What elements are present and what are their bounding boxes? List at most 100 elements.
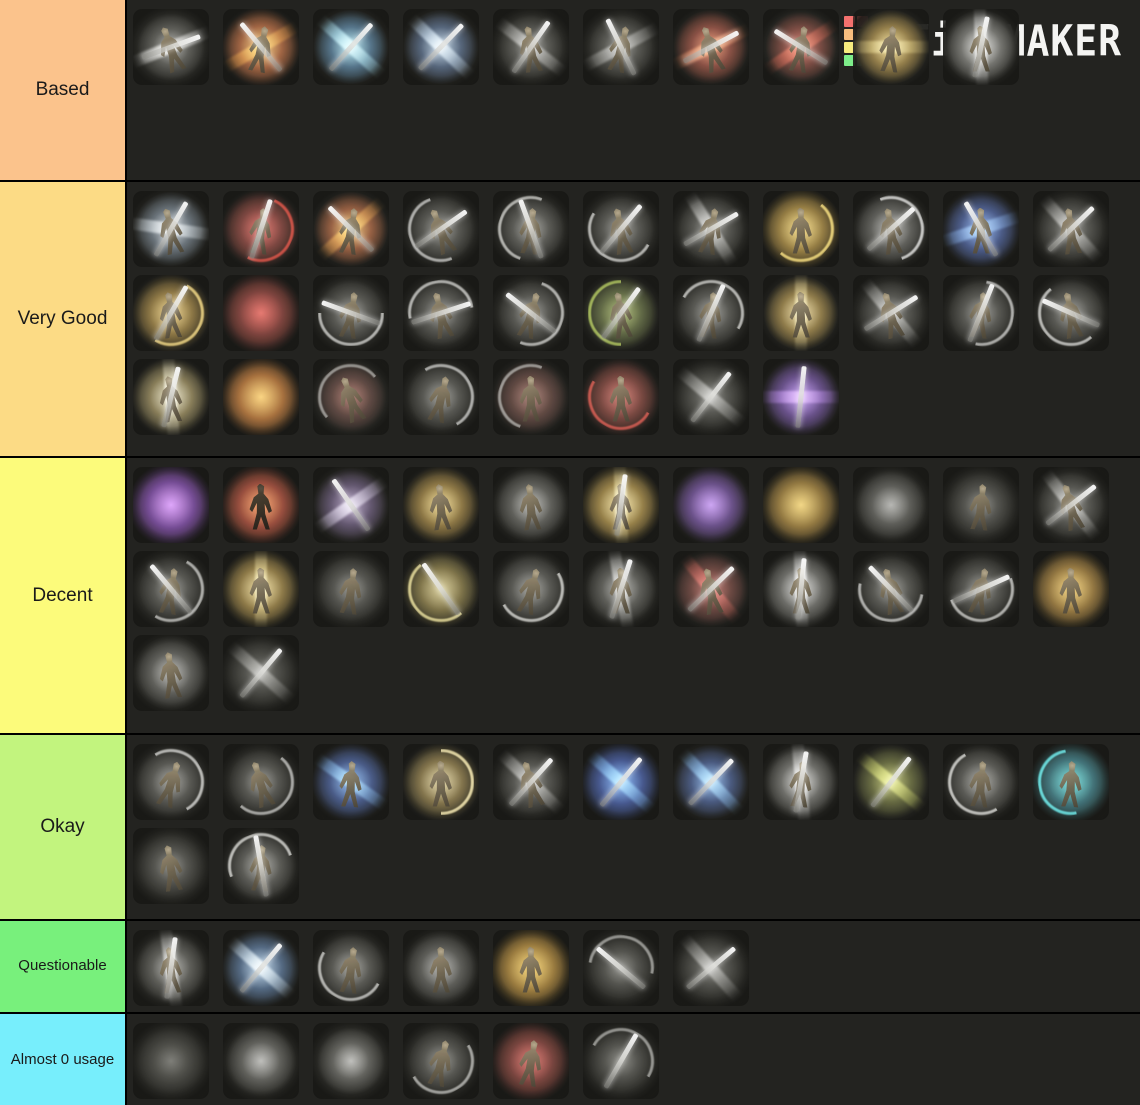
tier-item-frost-greatsword[interactable]	[223, 930, 299, 1006]
tier-item-golden-vortex[interactable]	[763, 191, 839, 267]
tier-item-high-kick[interactable]	[403, 1023, 479, 1099]
tier-item-leaping-slash[interactable]	[583, 9, 659, 85]
tier-item-crescent-sweep[interactable]	[1033, 275, 1109, 351]
tier-item-blue-moon-shield[interactable]	[943, 191, 1019, 267]
tier-item-golden-spin-slash[interactable]	[133, 275, 209, 351]
tier-item-poison-blade[interactable]	[853, 744, 929, 820]
tier-item-flame-ritual-stance[interactable]	[223, 467, 299, 543]
tier-item-radiant-spear-raise[interactable]	[583, 467, 659, 543]
tier-item-wide-arc-sweep[interactable]	[583, 191, 659, 267]
tier-label[interactable]: Decent	[0, 458, 127, 733]
tier-label[interactable]: Questionable	[0, 921, 127, 1012]
tier-item-blade-flash-stance[interactable]	[763, 744, 839, 820]
tier-item-ground-eruption-stomp[interactable]	[133, 635, 209, 711]
tier-item-bow-shot[interactable]	[583, 930, 659, 1006]
tier-item-crouching-guard[interactable]	[403, 359, 479, 435]
tier-tile-area[interactable]	[127, 921, 1140, 1012]
tier-item-flame-burst-attack[interactable]	[223, 9, 299, 85]
tier-item-moonlight-wave[interactable]	[853, 191, 929, 267]
tier-item-golden-ascension[interactable]	[493, 930, 569, 1006]
tier-item-empty-ash-of-war[interactable]	[133, 1023, 209, 1099]
tier-item-bleeding-thrust-stance[interactable]	[133, 930, 209, 1006]
tier-item-overhead-spear-thrust[interactable]	[493, 9, 569, 85]
tier-tile-area[interactable]	[127, 0, 1140, 180]
tier-item-double-slash-combo[interactable]	[403, 275, 479, 351]
tier-item-rolling-slash[interactable]	[493, 275, 569, 351]
tier-item-running-slash[interactable]	[223, 744, 299, 820]
tier-label[interactable]: Almost 0 usage	[0, 1014, 127, 1105]
tier-tile-area[interactable]	[127, 1014, 1140, 1105]
tier-item-golden-shield-wall[interactable]	[403, 551, 479, 627]
tier-item-glintstone-spears[interactable]	[763, 359, 839, 435]
tier-item-beast-leap-attack[interactable]	[403, 191, 479, 267]
tier-item-arcane-burst[interactable]	[133, 467, 209, 543]
tier-item-impaling-thrust[interactable]	[583, 551, 659, 627]
tier-item-shield-throw[interactable]	[313, 930, 389, 1006]
tier-item-dashing-thrust[interactable]	[1033, 467, 1109, 543]
tier-item-javelin-throw[interactable]	[1033, 191, 1109, 267]
tier-item-golden-leap-slam[interactable]	[403, 467, 479, 543]
tier-item-sacred-blade[interactable]	[763, 275, 839, 351]
tier-item-radiant-sword-raise[interactable]	[943, 9, 1019, 85]
tier-item-upward-cut[interactable]	[943, 275, 1019, 351]
tier-item-carian-greatsword[interactable]	[583, 744, 659, 820]
tier-label[interactable]: Okay	[0, 735, 127, 919]
tier-item-arcane-hammer[interactable]	[313, 467, 389, 543]
tier-item-beast-roar[interactable]	[403, 930, 479, 1006]
tier-item-blood-cloud[interactable]	[493, 1023, 569, 1099]
tier-item-barricade-shield-magic[interactable]	[1033, 744, 1109, 820]
tier-item-unblockable-thrust[interactable]	[763, 551, 839, 627]
tier-item-flaming-slash[interactable]	[313, 191, 389, 267]
tier-item-glintblade-phalanx[interactable]	[313, 744, 389, 820]
tier-item-flame-pillars[interactable]	[223, 359, 299, 435]
tier-item-wall-kick-attack[interactable]	[133, 828, 209, 904]
tier-item-greatsword-plunge[interactable]	[853, 467, 929, 543]
tier-item-spinning-overhead-slash[interactable]	[493, 191, 569, 267]
tier-item-grappling-attack[interactable]	[943, 467, 1019, 543]
tier-tile-area[interactable]	[127, 458, 1140, 733]
tier-item-sweeping-horizontal-slash[interactable]	[313, 275, 389, 351]
tier-item-crimson-wave-slash[interactable]	[223, 191, 299, 267]
tier-tile-area[interactable]	[127, 735, 1140, 919]
tier-item-blood-aura-stance[interactable]	[493, 359, 569, 435]
tier-item-running-charge-attack[interactable]	[133, 9, 209, 85]
tier-item-golden-sword-aura[interactable]	[763, 467, 839, 543]
tier-tile-area[interactable]	[127, 182, 1140, 456]
tier-item-ice-spear-thrust[interactable]	[313, 9, 389, 85]
tier-item-sheathed-blade[interactable]	[223, 635, 299, 711]
tier-item-lightning-spear-raise[interactable]	[133, 359, 209, 435]
tier-item-bleed-flurry[interactable]	[673, 551, 749, 627]
tier-item-shield-spin[interactable]	[943, 744, 1019, 820]
tier-item-spin-kick-sweep[interactable]	[493, 551, 569, 627]
tier-label[interactable]: Based	[0, 0, 127, 180]
tier-item-spear-barrage[interactable]	[673, 359, 749, 435]
tier-item-spirit-flame[interactable]	[313, 1023, 389, 1099]
tier-label[interactable]: Very Good	[0, 182, 127, 456]
tier-item-golden-aura-stance[interactable]	[1033, 551, 1109, 627]
tier-item-bloodflame-ritual[interactable]	[583, 359, 659, 435]
tier-item-poison-mist-slash[interactable]	[583, 275, 659, 351]
tier-item-leaping-thrust[interactable]	[493, 744, 569, 820]
tier-item-spiraling-thrust[interactable]	[673, 275, 749, 351]
tier-item-thrusting-lunge[interactable]	[673, 191, 749, 267]
tier-item-crouching-sweep[interactable]	[133, 744, 209, 820]
tier-item-spinning-sweep[interactable]	[943, 551, 1019, 627]
tier-item-blood-dash[interactable]	[313, 359, 389, 435]
tier-item-crimson-lunge[interactable]	[763, 9, 839, 85]
tier-item-blood-shield[interactable]	[223, 275, 299, 351]
tier-item-barrage-bow[interactable]	[583, 1023, 659, 1099]
tier-item-arcane-sword-circle[interactable]	[673, 467, 749, 543]
tier-item-ground-slam[interactable]	[493, 467, 569, 543]
tier-item-frost-stomp[interactable]	[133, 191, 209, 267]
tier-item-shield-charge[interactable]	[313, 551, 389, 627]
tier-item-golden-prayer[interactable]	[223, 551, 299, 627]
tier-item-glintstone-slash[interactable]	[673, 744, 749, 820]
tier-item-blood-charge-dash[interactable]	[673, 9, 749, 85]
tier-item-overhead-smash[interactable]	[223, 828, 299, 904]
tier-item-overhead-swing[interactable]	[133, 551, 209, 627]
tier-item-frost-blade-slash[interactable]	[403, 9, 479, 85]
tier-item-golden-shield-bash[interactable]	[853, 9, 929, 85]
tier-item-quickstep-slash[interactable]	[853, 275, 929, 351]
tier-item-shield-parry[interactable]	[223, 1023, 299, 1099]
tier-item-vaulting-slash[interactable]	[853, 551, 929, 627]
